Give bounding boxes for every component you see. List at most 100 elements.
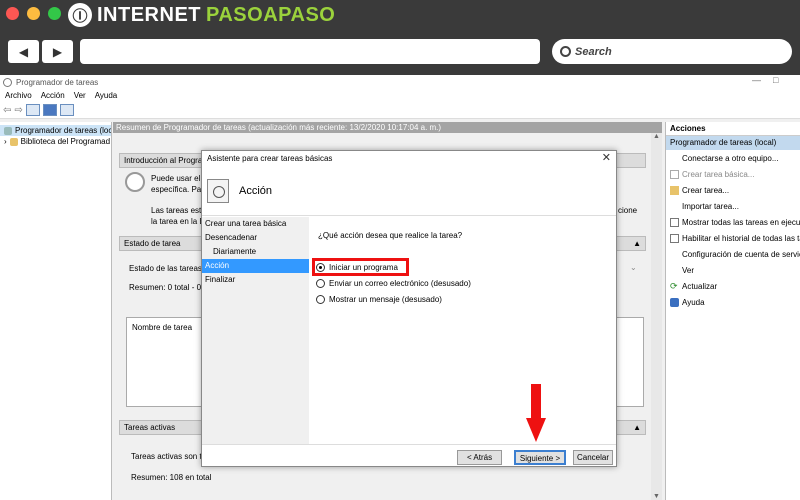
back-button[interactable]: ◀ [8, 40, 39, 63]
action-label: Configuración de cuenta de servici... [682, 249, 800, 259]
dialog-heading: Acción [239, 184, 273, 197]
properties-icon[interactable] [59, 104, 74, 116]
folder-icon [9, 137, 18, 146]
window-titlebar: Programador de tareas — □ [0, 75, 800, 89]
option-send-email[interactable]: Enviar un correo electrónico (desusado) [316, 279, 471, 288]
status-summary: Resumen: 0 total - 0 en [129, 283, 213, 292]
brand-icon: Ⓘ [68, 3, 92, 27]
menu-accion[interactable]: Acción [41, 91, 65, 100]
action-connect[interactable]: Conectarse a otro equipo... [666, 150, 800, 166]
radio-icon[interactable] [316, 295, 325, 304]
section-title: Estado de tarea [124, 239, 181, 248]
menu-ver[interactable]: Ver [74, 91, 86, 100]
intro-text: Puede usar el P [151, 174, 208, 183]
menu-bar: Archivo Acción Ver Ayuda [0, 89, 800, 102]
menu-ayuda[interactable]: Ayuda [95, 91, 118, 100]
option-start-program[interactable]: Iniciar un programa [316, 263, 398, 272]
action-import-task[interactable]: Importar tarea... [666, 198, 800, 214]
forward-button[interactable]: ▶ [42, 40, 73, 63]
action-label: Ayuda [682, 297, 705, 307]
dialog-titlebar: Asistente para crear tareas básicas ✕ [202, 151, 616, 166]
actions-subheader[interactable]: Programador de tareas (local) [666, 136, 800, 150]
action-enable-history[interactable]: Habilitar el historial de todas las tar.… [666, 230, 800, 246]
step-trigger[interactable]: Desencadenar [202, 231, 309, 245]
dialog-header: Acción [202, 166, 616, 216]
option-show-message[interactable]: Mostrar un mensaje (desusado) [316, 295, 442, 304]
red-arrow-annotation [526, 384, 546, 442]
collapse-icon[interactable]: ▲ [633, 237, 641, 250]
search-box[interactable]: Search [552, 39, 792, 64]
actions-pane: Acciones Programador de tareas (local) C… [665, 122, 800, 500]
action-show-running[interactable]: Mostrar todas las tareas en ejecución [666, 214, 800, 230]
active-summary: Resumen: 108 en total [131, 473, 212, 482]
action-label: Actualizar [682, 281, 718, 291]
option-label: Enviar un correo electrónico (desusado) [329, 279, 471, 288]
radio-icon[interactable] [316, 279, 325, 288]
expand-icon[interactable]: › [4, 137, 7, 146]
step-action[interactable]: Acción [202, 259, 309, 273]
help-icon[interactable] [42, 104, 57, 116]
address-bar[interactable] [80, 39, 540, 64]
section-title: Introducción al Programa [124, 156, 214, 165]
tree-item-local[interactable]: Programador de tareas (local) [0, 125, 111, 136]
radio-selected-icon[interactable] [316, 263, 325, 272]
console-tree: Programador de tareas (local) › Bibliote… [0, 122, 112, 500]
column-header-name[interactable]: Nombre de tarea [132, 323, 192, 332]
next-button[interactable]: Siguiente > [514, 450, 566, 465]
task-wizard-icon [207, 178, 229, 203]
action-help[interactable]: Ayuda [666, 294, 800, 310]
action-view[interactable]: Ver [666, 262, 800, 278]
vertical-scrollbar[interactable]: ▲ ▼ [651, 133, 662, 500]
basic-task-wizard-dialog: Asistente para crear tareas básicas ✕ Ac… [201, 150, 617, 467]
help-icon [670, 297, 679, 307]
intro-text-right: cione [618, 206, 638, 215]
maximize-window-dot[interactable] [48, 7, 61, 20]
maximize-button[interactable]: □ [773, 75, 778, 85]
action-refresh[interactable]: ⟳ Actualizar [666, 278, 800, 294]
section-title: Tareas activas [124, 423, 176, 432]
dialog-footer: < Atrás Siguiente > Cancelar [202, 444, 616, 466]
wizard-steps: Crear una tarea básica Desencadenar Diar… [202, 217, 309, 444]
menu-archivo[interactable]: Archivo [5, 91, 32, 100]
action-create-task[interactable]: Crear tarea... [666, 182, 800, 198]
cancel-button[interactable]: Cancelar [573, 450, 613, 465]
blank-icon [670, 250, 679, 259]
option-label: Iniciar un programa [329, 263, 398, 272]
blank-icon [670, 154, 679, 163]
window-title: Programador de tareas [16, 77, 99, 87]
history-icon [670, 233, 679, 243]
tree-item-label: Programador de tareas (local) [15, 126, 111, 135]
blank-icon [670, 202, 679, 211]
step-daily[interactable]: Diariamente [202, 245, 309, 259]
action-question: ¿Qué acción desea que realice la tarea? [318, 231, 463, 240]
scroll-down-icon[interactable]: ▼ [651, 493, 662, 500]
toolbar: ⇦ ⇨ [0, 102, 800, 119]
forward-arrow-icon[interactable]: ⇨ [14, 105, 22, 116]
blank-icon [670, 266, 679, 275]
action-account-config[interactable]: Configuración de cuenta de servici... [666, 246, 800, 262]
app-icon [3, 77, 12, 87]
option-label: Mostrar un mensaje (desusado) [329, 295, 442, 304]
action-label: Ver [682, 265, 695, 275]
collapse-icon[interactable]: ▲ [633, 421, 641, 434]
minimize-button[interactable]: — [752, 75, 761, 85]
action-create-basic-task[interactable]: Crear tarea básica... [666, 166, 800, 182]
back-button[interactable]: < Atrás [457, 450, 502, 465]
close-icon[interactable]: ✕ [602, 151, 611, 166]
close-window-dot[interactable] [6, 7, 19, 20]
new-task-icon [670, 185, 679, 195]
summary-bar: Resumen de Programador de tareas (actual… [113, 122, 662, 133]
brand-logo: Ⓘ INTERNET PASOAPASO [68, 3, 335, 27]
tree-item-library[interactable]: › Biblioteca del Programad [0, 136, 111, 147]
back-arrow-icon[interactable]: ⇦ [3, 105, 11, 116]
dropdown-arrow-icon[interactable]: ⌄ [630, 263, 637, 272]
console-tree-icon[interactable] [25, 104, 40, 116]
action-label: Habilitar el historial de todas las tar.… [682, 233, 800, 243]
minimize-window-dot[interactable] [27, 7, 40, 20]
step-finish[interactable]: Finalizar [202, 273, 309, 287]
action-label: Crear tarea básica... [682, 169, 755, 179]
step-create-basic[interactable]: Crear una tarea básica [202, 217, 309, 231]
dialog-title: Asistente para crear tareas básicas [207, 154, 333, 163]
scroll-up-icon[interactable]: ▲ [651, 133, 662, 140]
action-label: Importar tarea... [682, 201, 739, 211]
